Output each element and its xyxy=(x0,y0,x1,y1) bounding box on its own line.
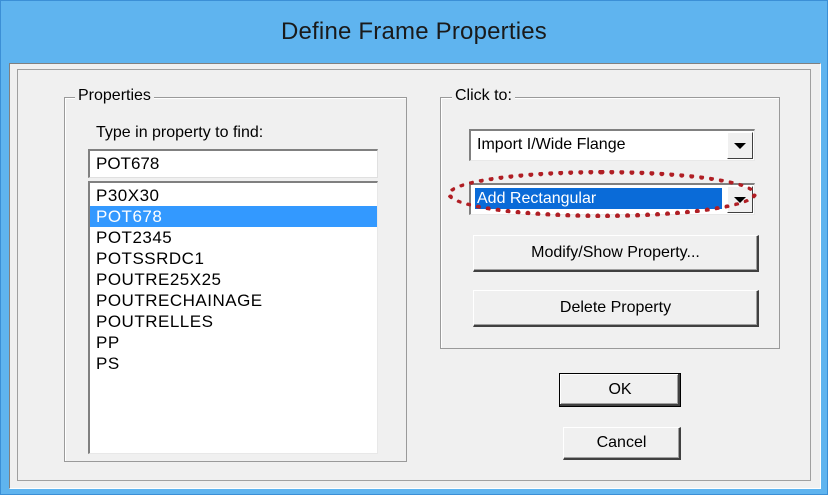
ok-button[interactable]: OK xyxy=(559,373,681,407)
properties-group-label: Properties xyxy=(75,87,154,105)
properties-list[interactable]: P30X30 POT678 POT2345 POTSSRDC1 POUTRE25… xyxy=(88,181,378,454)
add-combo-dropdown-button[interactable] xyxy=(727,186,753,213)
list-item[interactable]: POUTRECHAINAGE xyxy=(90,290,377,311)
find-property-input[interactable]: POT678 xyxy=(88,149,378,178)
list-item[interactable]: PP xyxy=(90,332,377,353)
list-item[interactable]: POUTRE25X25 xyxy=(90,269,377,290)
import-section-combo-value: Import I/Wide Flange xyxy=(477,136,626,153)
title-bar[interactable]: Define Frame Properties xyxy=(1,1,827,63)
list-item[interactable]: POUTRELLES xyxy=(90,311,377,332)
import-section-combo[interactable]: Import I/Wide Flange xyxy=(469,129,755,161)
chevron-down-icon xyxy=(734,196,746,203)
list-item[interactable]: PS xyxy=(90,353,377,374)
list-item[interactable]: POT2345 xyxy=(90,227,377,248)
chevron-down-icon xyxy=(734,142,746,149)
dialog-title: Define Frame Properties xyxy=(280,18,548,45)
add-section-combo[interactable]: Add Rectangular xyxy=(469,183,755,215)
list-item-selected[interactable]: POT678 xyxy=(90,206,377,227)
import-combo-dropdown-button[interactable] xyxy=(727,132,753,159)
delete-property-button[interactable]: Delete Property xyxy=(473,290,759,327)
list-item[interactable]: P30X30 xyxy=(90,185,377,206)
click-to-group-label: Click to: xyxy=(452,87,515,105)
list-item[interactable]: POTSSRDC1 xyxy=(90,248,377,269)
find-property-label: Type in property to find: xyxy=(96,124,264,141)
cancel-button[interactable]: Cancel xyxy=(563,427,681,460)
modify-show-property-button[interactable]: Modify/Show Property... xyxy=(473,235,759,272)
add-section-combo-value: Add Rectangular xyxy=(475,188,722,209)
